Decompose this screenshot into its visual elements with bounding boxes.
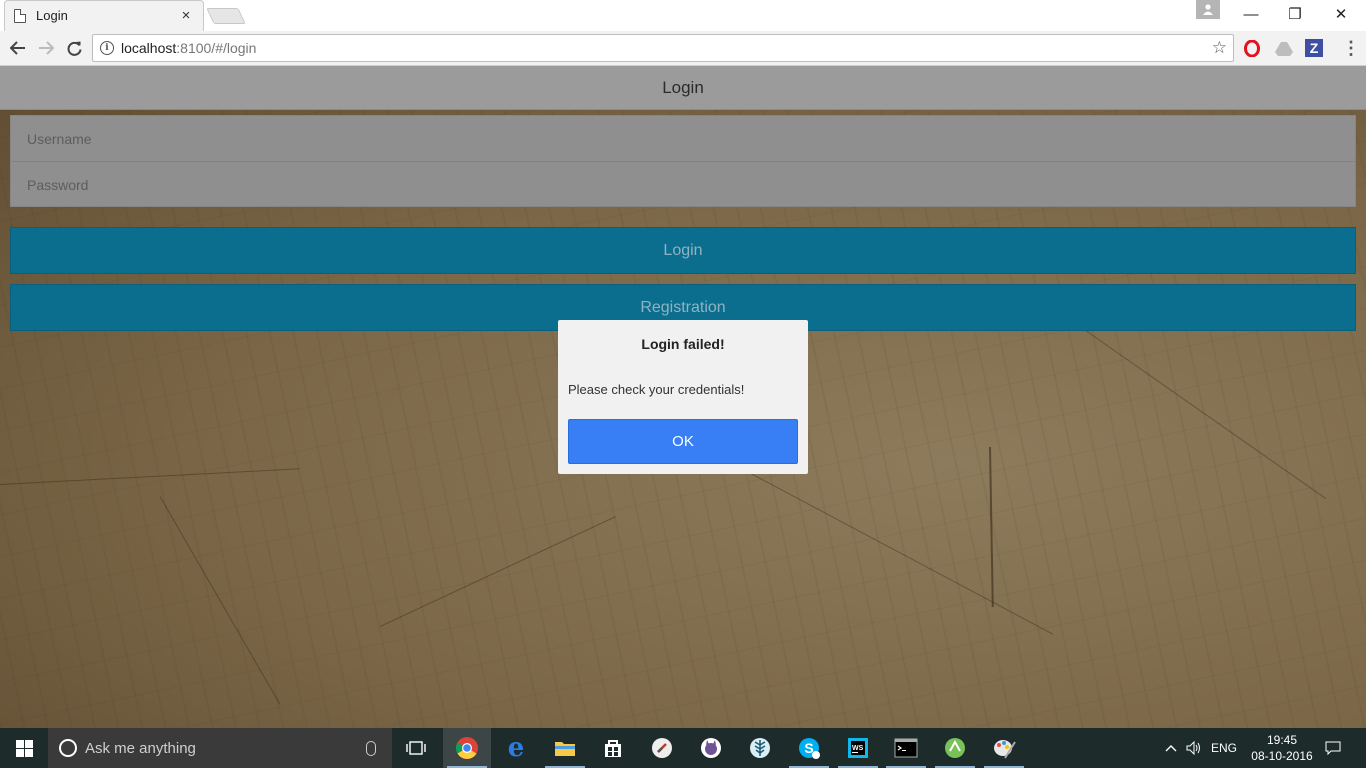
password-input[interactable] (27, 177, 1355, 193)
bookmark-star-icon[interactable]: ☆ (1212, 38, 1227, 58)
alert-ok-button[interactable]: OK (568, 419, 798, 464)
new-tab-button[interactable] (206, 8, 246, 24)
close-window-button[interactable]: ✕ (1318, 0, 1364, 28)
alert-title: Login failed! (641, 336, 725, 352)
reload-icon[interactable] (61, 35, 87, 61)
alert-message: Please check your credentials! (568, 382, 745, 397)
browser-tab-content[interactable]: Login × (14, 0, 194, 31)
action-center-icon[interactable] (1322, 728, 1344, 768)
compass-icon[interactable] (638, 728, 686, 768)
login-form (10, 115, 1356, 207)
store-icon[interactable] (589, 728, 637, 768)
address-bar[interactable]: i localhost :8100/#/login ☆ (92, 34, 1234, 62)
clock-time: 19:45 (1266, 733, 1298, 747)
microphone-icon[interactable] (366, 740, 376, 756)
url-path: :8100/#/login (176, 40, 257, 56)
file-explorer-icon[interactable] (541, 728, 589, 768)
wood-scratch (0, 468, 300, 485)
wood-scratch (699, 446, 1054, 635)
page-title: Login (662, 77, 704, 97)
cortana-icon (59, 739, 77, 757)
search-placeholder: Ask me anything (85, 739, 196, 757)
username-row (11, 116, 1355, 162)
drive-icon[interactable] (1273, 37, 1295, 59)
login-button[interactable]: Login (10, 227, 1356, 274)
task-view-icon[interactable] (392, 728, 440, 768)
wood-scratch (1079, 326, 1327, 499)
paint-icon[interactable] (980, 728, 1028, 768)
clock-date: 08-10-2016 (1251, 749, 1313, 763)
minimize-button[interactable]: — (1228, 0, 1274, 28)
url-host: localhost (121, 40, 177, 56)
info-icon[interactable]: i (100, 41, 114, 55)
tab-title: Login (36, 8, 68, 23)
chrome-menu-icon[interactable]: ⋮ (1340, 37, 1362, 59)
profile-icon[interactable] (1196, 0, 1220, 19)
cortana-search[interactable]: Ask me anything (48, 728, 392, 768)
windows-icon (15, 739, 33, 757)
browser-titlebar: Login × — ❐ ✕ (0, 0, 1366, 32)
taskbar: Ask me anything e S WS ENG 19:45 08-10-2… (0, 728, 1366, 768)
github-icon[interactable] (687, 728, 735, 768)
tab-close-icon[interactable]: × (178, 7, 194, 24)
restore-button[interactable]: ❐ (1272, 0, 1318, 28)
start-button[interactable] (0, 728, 48, 768)
forward-icon[interactable] (33, 35, 59, 61)
password-row (11, 162, 1355, 208)
volume-icon[interactable] (1183, 728, 1205, 768)
wood-scratch (989, 446, 994, 607)
clock[interactable]: 19:45 08-10-2016 (1244, 732, 1320, 764)
opera-icon[interactable] (1241, 37, 1263, 59)
back-icon[interactable] (5, 35, 31, 61)
chrome-icon[interactable] (443, 728, 491, 768)
wood-scratch (159, 496, 281, 705)
edge-icon[interactable]: e (492, 728, 540, 768)
webstorm-icon[interactable]: WS (834, 728, 882, 768)
wood-scratch (379, 516, 616, 627)
app-icon[interactable] (736, 728, 784, 768)
cmd-icon[interactable] (882, 728, 930, 768)
language-indicator[interactable]: ENG (1206, 728, 1242, 768)
browser-toolbar: i localhost :8100/#/login ☆ Z ⋮ (0, 31, 1366, 66)
skype-icon[interactable]: S (785, 728, 833, 768)
svg-text:WS: WS (852, 745, 864, 752)
page-header: Login (0, 66, 1366, 110)
login-failed-alert: Login failed! Please check your credenti… (558, 320, 808, 474)
z-extension-icon[interactable]: Z (1305, 39, 1323, 57)
page-icon (14, 8, 26, 23)
username-input[interactable] (27, 130, 1355, 147)
show-hidden-icons-icon[interactable] (1160, 728, 1182, 768)
android-studio-icon[interactable] (931, 728, 979, 768)
